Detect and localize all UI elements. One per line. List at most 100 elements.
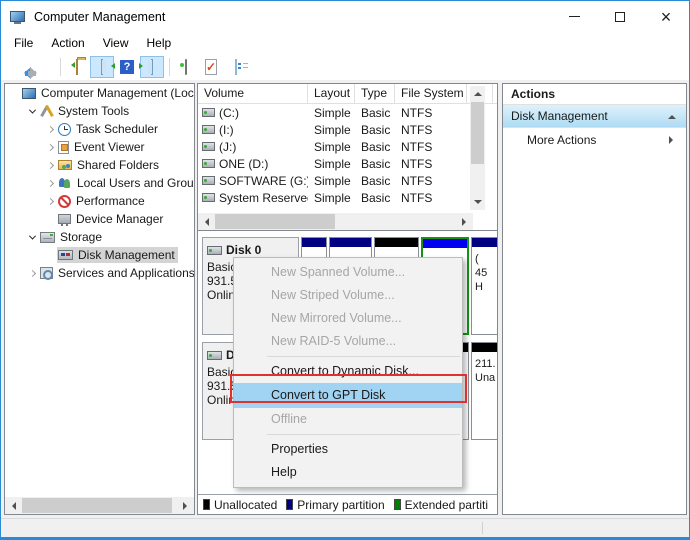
submenu-arrow-icon [669,136,677,144]
services-icon [40,267,53,279]
tree-item-event-viewer[interactable]: Event Viewer [5,138,194,156]
volume-icon [202,108,215,117]
chevron-right-icon[interactable] [43,163,57,168]
minimize-button[interactable] [551,1,597,32]
partition-text: 211.Una [475,357,496,385]
scroll-thumb[interactable] [22,498,172,513]
tree-item-body: Event Viewer [57,139,147,155]
close-button[interactable]: × [643,1,689,32]
volume-row-j[interactable]: (J:)SimpleBasicNTFSH [198,138,497,155]
status-bar-divider [482,522,483,534]
chevron-right-icon[interactable] [43,199,57,204]
scroll-thumb[interactable] [215,214,335,229]
tree-item-local-users-and-groups[interactable]: Local Users and Groups [5,174,194,192]
task-list-button[interactable] [224,56,248,78]
app-icon [10,11,25,22]
legend-swatch-primary-partition [286,499,293,510]
volume-type-cell: Basic [355,174,395,188]
tree-item-body: Computer Management (Local [21,85,195,101]
tree-item-body: Local Users and Groups [57,175,195,191]
chevron-down-icon[interactable] [25,235,39,240]
performance-icon [58,195,71,208]
menubar-item-file[interactable]: File [5,36,42,50]
show-action-pane-icon [151,60,153,74]
tree-item-performance[interactable]: Performance [5,192,194,210]
menu-item-help[interactable]: Help [234,461,462,484]
volume-layout-cell: Simple [308,106,355,120]
tree-item-shared-folders[interactable]: Shared Folders [5,156,194,174]
menu-item-new-striped-volume[interactable]: New Striped Volume... [234,284,462,307]
tree-item-computer-management-local[interactable]: Computer Management (Local [5,84,194,102]
partition-1-1[interactable]: 211.Una [471,342,498,440]
volume-vertical-scrollbar[interactable] [470,86,485,210]
tree-item-device-manager[interactable]: Device Manager [5,210,194,228]
menubar-item-view[interactable]: View [94,36,138,50]
more-actions-item[interactable]: More Actions [503,128,686,151]
maximize-button[interactable] [597,1,643,32]
volume-layout-cell: Simple [308,157,355,171]
tree-item-body: Shared Folders [57,157,162,173]
scroll-left-arrow[interactable] [5,497,22,514]
volume-horizontal-scrollbar[interactable] [198,213,473,230]
disk-management-icon [58,250,73,260]
menu-item-new-mirrored-volume[interactable]: New Mirrored Volume... [234,307,462,330]
back-button[interactable] [6,56,30,78]
tree-item-services-and-applications[interactable]: Services and Applications [5,264,194,282]
task-scheduler-icon [58,123,71,136]
check-document-button[interactable]: ✓ [199,56,223,78]
column-header-type[interactable]: Type [355,84,395,103]
forward-button[interactable] [31,56,55,78]
volume-row-software-g[interactable]: SOFTWARE (G:)SimpleBasicNTFSH [198,172,497,189]
volume-row-system-reserved[interactable]: System ReservedSimpleBasicNTFSH [198,189,497,206]
volume-icon [202,159,215,168]
menu-item-new-spanned-volume[interactable]: New Spanned Volume... [234,261,462,284]
column-header-volume[interactable]: Volume [198,84,308,103]
export-folder-button[interactable] [65,56,89,78]
volume-fs-cell: NTFS [395,123,467,137]
tree-item-task-scheduler[interactable]: Task Scheduler [5,120,194,138]
column-header-layout[interactable]: Layout [308,84,355,103]
maximize-icon [615,12,625,22]
volume-icon [202,176,215,185]
tree-item-system-tools[interactable]: System Tools [5,102,194,120]
partition-color-strip [472,238,498,247]
show-action-pane-button[interactable] [140,56,164,78]
volume-name-cell: SOFTWARE (G:) [198,174,308,188]
menu-item-properties[interactable]: Properties [234,438,462,461]
chevron-right-icon[interactable] [43,181,57,186]
scroll-down-arrow[interactable] [470,195,485,210]
disk-name: Disk 0 [207,243,298,257]
menu-item-offline[interactable]: Offline [234,408,462,431]
volume-row-i[interactable]: (I:)SimpleBasicNTFSH [198,121,497,138]
scroll-right-arrow[interactable] [456,213,473,230]
tree-item-disk-management[interactable]: Disk Management [5,246,194,264]
volume-layout-cell: Simple [308,191,355,205]
volume-row-c[interactable]: (C:)SimpleBasicNTFSH [198,104,497,121]
scroll-left-arrow[interactable] [198,213,215,230]
volume-row-one-d[interactable]: ONE (D:)SimpleBasicNTFSH [198,155,497,172]
scroll-right-arrow[interactable] [177,497,194,514]
partition-0-4[interactable]: (45H [471,237,498,335]
chevron-right-icon[interactable] [43,145,57,150]
popup-window-button[interactable] [174,56,198,78]
chevron-right-icon[interactable] [25,271,39,276]
status-bar [1,518,689,537]
column-header-file-system[interactable]: File System [395,84,467,103]
menubar-item-action[interactable]: Action [42,36,93,50]
volume-name: System Reserved [219,191,308,205]
menu-item-new-raid-5-volume[interactable]: New RAID-5 Volume... [234,330,462,353]
help-button[interactable]: ? [115,56,139,78]
legend-swatch-unallocated [203,499,210,510]
computer-management-window: Computer Management × FileActionViewHelp… [0,0,690,540]
chevron-down-icon[interactable] [25,109,39,114]
show-console-tree-button[interactable] [90,56,114,78]
local-users-icon [58,177,72,189]
chevron-right-icon[interactable] [43,127,57,132]
tree-item-storage[interactable]: Storage [5,228,194,246]
menubar-item-help[interactable]: Help [138,36,181,50]
tree-horizontal-scrollbar[interactable] [5,497,194,514]
scroll-thumb[interactable] [471,102,484,164]
actions-group-disk-management[interactable]: Disk Management [503,105,686,128]
disk-icon [207,351,222,360]
scroll-up-arrow[interactable] [470,86,485,101]
